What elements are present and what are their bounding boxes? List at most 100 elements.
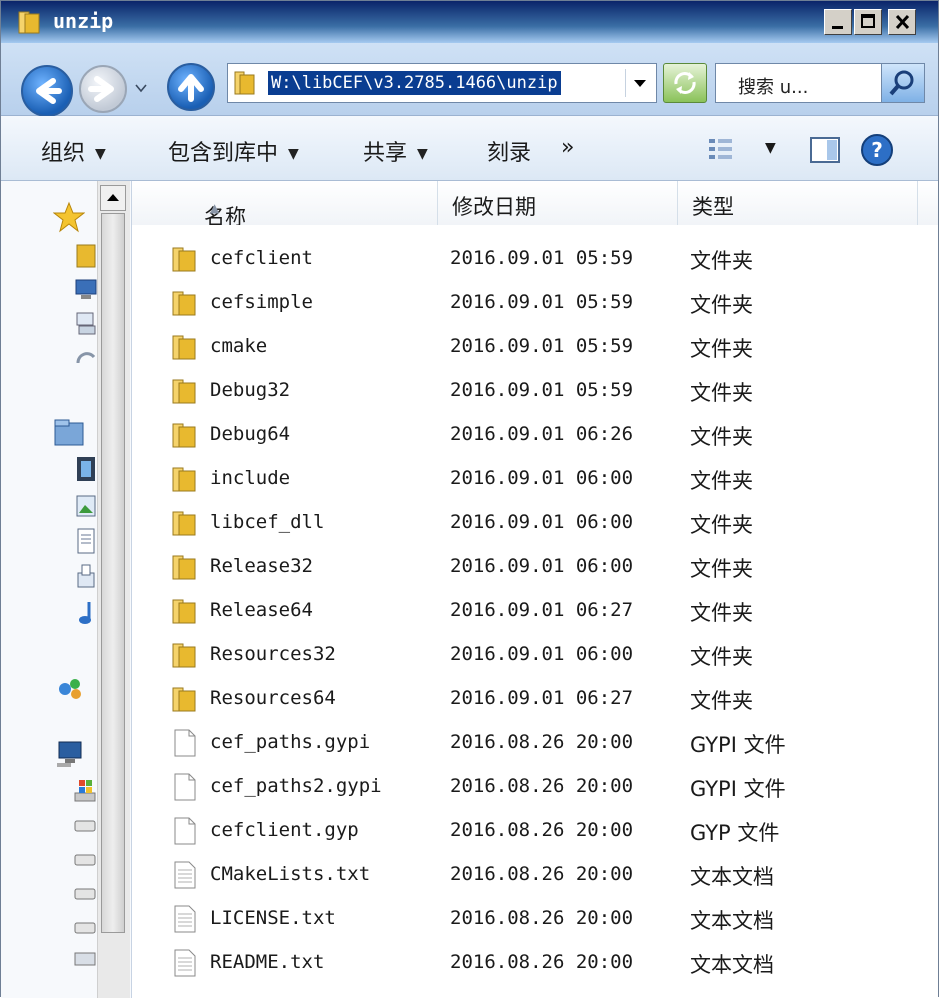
more-commands-button[interactable]: » [561,135,574,160]
file-row[interactable]: Release64 2016.09.01 06:27 文件夹 [132,587,938,631]
file-name: cefclient.gyp [210,819,359,841]
file-row[interactable]: Debug32 2016.09.01 05:59 文件夹 [132,367,938,411]
address-bar[interactable]: W:\libCEF\v3.2785.1466\unzip [227,63,657,103]
help-icon[interactable]: ? [859,132,895,168]
file-type: GYP 文件 [690,821,780,845]
drive-icon[interactable] [73,851,97,871]
homegroup-icon[interactable] [55,675,85,703]
file-type: 文件夹 [690,337,753,361]
file-row[interactable]: Release32 2016.09.01 06:00 文件夹 [132,543,938,587]
file-row[interactable]: cefsimple 2016.09.01 05:59 文件夹 [132,279,938,323]
file-modified-date: 2016.08.26 20:00 [450,863,634,885]
search-button[interactable] [881,64,924,102]
search-input[interactable]: 搜索 u... [738,73,808,99]
forward-button[interactable] [79,65,127,113]
organize-label: 组织 [41,141,86,166]
file-name: include [210,467,291,489]
text-file-icon [174,949,196,977]
windows-drive-icon[interactable] [73,777,97,805]
drive-icon[interactable] [73,919,97,939]
scroll-thumb[interactable] [101,213,125,933]
include-in-library-menu[interactable]: 包含到库中 ▼ [168,135,299,167]
preview-pane-icon[interactable] [809,136,841,164]
file-row[interactable]: CMakeLists.txt 2016.08.26 20:00 文本文档 [132,851,938,895]
share-menu[interactable]: 共享 ▼ [363,135,428,167]
maximize-button[interactable] [854,9,882,35]
close-button[interactable] [888,9,916,35]
file-modified-date: 2016.08.26 20:00 [450,731,634,753]
folder-icon [172,379,196,404]
column-header-modified[interactable]: 修改日期 [438,181,678,225]
scroll-up-button[interactable] [100,185,126,211]
up-arrow-icon [178,74,204,102]
search-box[interactable]: 搜索 u... [715,63,925,103]
folder-icon [18,11,40,34]
column-header-name[interactable]: 名称 ▲ [132,181,438,229]
downloads-icon[interactable] [75,563,97,591]
file-type: 文件夹 [690,425,753,449]
refresh-icon [674,72,696,94]
view-options-icon[interactable] [707,136,737,162]
sort-ascending-icon: ▲ [210,201,220,215]
file-name: Resources64 [210,687,336,709]
svg-text:?: ? [871,138,883,162]
back-button[interactable] [21,65,73,117]
desktop-icon[interactable] [75,277,97,303]
file-name: Debug32 [210,379,291,401]
file-row[interactable]: LICENSE.txt 2016.08.26 20:00 文本文档 [132,895,938,939]
file-row[interactable]: Resources32 2016.09.01 06:00 文件夹 [132,631,938,675]
nav-pane-scrollbar[interactable] [97,181,130,998]
refresh-button[interactable] [663,63,707,103]
burn-button[interactable]: 刻录 [487,135,531,167]
network-drive-icon[interactable] [73,949,97,969]
favorites-star-icon[interactable] [53,201,85,233]
file-row[interactable]: Debug64 2016.09.01 06:26 文件夹 [132,411,938,455]
column-header-type[interactable]: 类型 [678,181,918,225]
minimize-button[interactable] [824,9,852,35]
file-name: Release64 [210,599,313,621]
file-row[interactable]: include 2016.09.01 06:00 文件夹 [132,455,938,499]
file-name: cefclient [210,247,313,269]
search-icon [889,70,914,96]
file-row[interactable]: cefclient.gyp 2016.08.26 20:00 GYP 文件 [132,807,938,851]
address-path[interactable]: W:\libCEF\v3.2785.1466\unzip [268,71,561,95]
network-computer-icon[interactable] [75,311,97,337]
drive-icon[interactable] [73,885,97,905]
file-row[interactable]: README.txt 2016.08.26 20:00 文本文档 [132,939,938,983]
file-row[interactable]: cefclient 2016.09.01 05:59 文件夹 [132,235,938,279]
documents-icon[interactable] [75,527,97,555]
drive-icon[interactable] [73,817,97,837]
file-type: 文本文档 [690,953,774,977]
file-type: 文件夹 [690,381,753,405]
file-type: 文件夹 [690,249,753,273]
file-row[interactable]: cef_paths.gypi 2016.08.26 20:00 GYPI 文件 [132,719,938,763]
history-dropdown-icon[interactable] [134,83,148,93]
recent-places-icon[interactable] [75,347,97,373]
file-row[interactable]: cmake 2016.09.01 05:59 文件夹 [132,323,938,367]
file-name: CMakeLists.txt [210,863,371,885]
chevron-down-icon [634,80,646,87]
file-modified-date: 2016.09.01 06:00 [450,467,634,489]
folder-icon [172,247,196,272]
file-name: Release32 [210,555,313,577]
close-icon [895,14,910,30]
view-dropdown-icon[interactable]: ▼ [765,140,776,156]
file-name: libcef_dll [210,511,325,533]
title-bar[interactable]: unzip [1,1,938,43]
music-icon[interactable] [75,599,97,627]
address-dropdown-button[interactable] [625,69,654,97]
organize-menu[interactable]: 组织 ▼ [41,135,106,167]
file-type: 文件夹 [690,293,753,317]
up-button[interactable] [167,63,215,111]
pictures-icon[interactable] [75,493,97,521]
file-row[interactable]: Resources64 2016.09.01 06:27 文件夹 [132,675,938,719]
computer-icon[interactable] [55,739,85,769]
videos-icon[interactable] [75,455,97,483]
file-name: Debug64 [210,423,291,445]
column-modified-label: 修改日期 [452,195,536,219]
file-row[interactable]: cef_paths2.gypi 2016.08.26 20:00 GYPI 文件 [132,763,938,807]
file-row[interactable]: libcef_dll 2016.09.01 06:00 文件夹 [132,499,938,543]
folder-icon [172,423,196,448]
folder-icon[interactable] [75,243,97,269]
libraries-icon[interactable] [53,417,85,447]
